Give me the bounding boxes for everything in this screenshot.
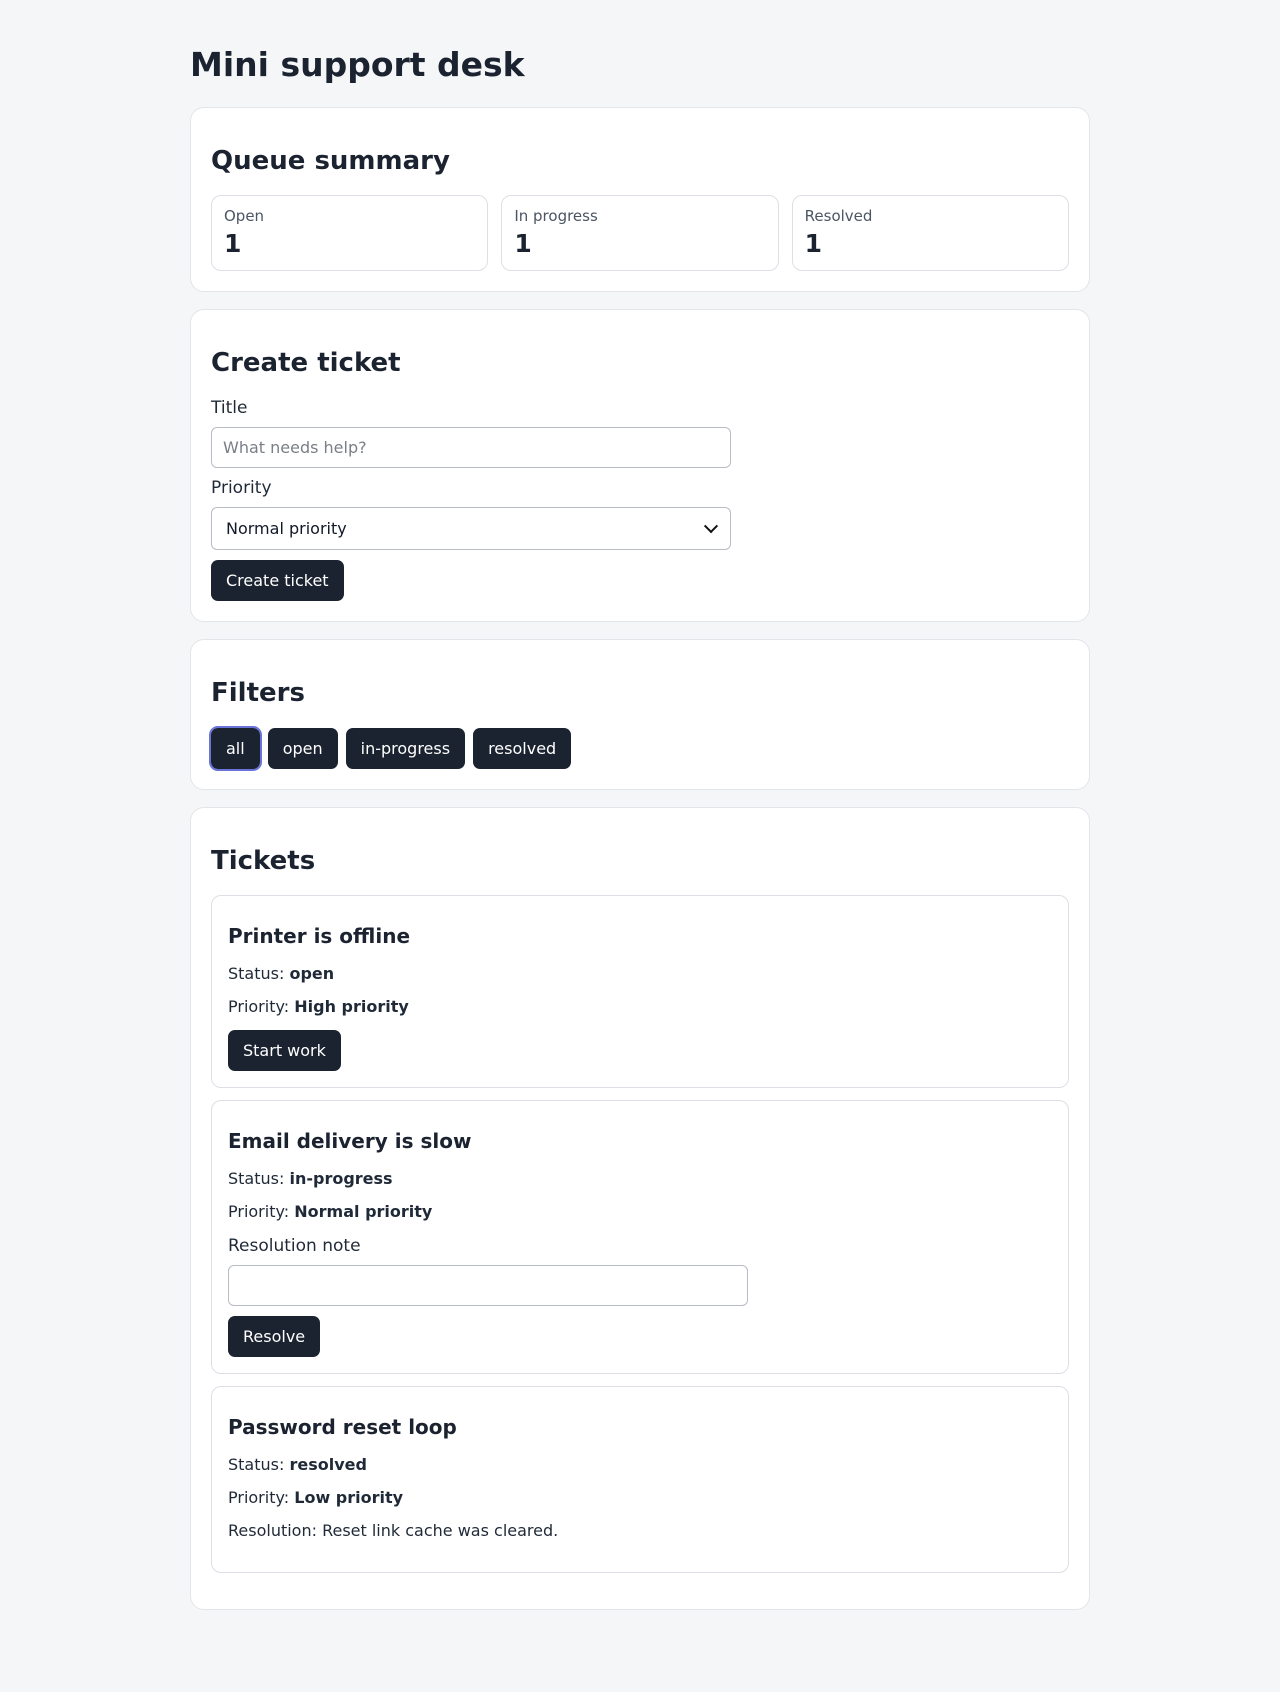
chevron-down-icon bbox=[703, 519, 719, 534]
ticket-card: Email delivery is slow Status: in-progre… bbox=[211, 1100, 1069, 1374]
resolution-text: Resolution: Reset link cache was cleared… bbox=[228, 1521, 559, 1541]
stat-value: 1 bbox=[224, 229, 242, 259]
filter-all-button[interactable]: all bbox=[209, 725, 262, 771]
resolution-note-input[interactable] bbox=[228, 1264, 748, 1306]
status-prefix: Status: bbox=[228, 1454, 285, 1474]
ticket-status: Status: in-progress bbox=[228, 1169, 1052, 1188]
create-ticket-heading: Create ticket bbox=[211, 348, 401, 379]
status-value: open bbox=[289, 963, 335, 983]
priority-select[interactable]: Normal priority bbox=[211, 507, 731, 551]
page-title: Mini support desk bbox=[190, 45, 525, 84]
filters-heading: Filters bbox=[211, 678, 305, 709]
tickets-heading: Tickets bbox=[211, 845, 316, 876]
ticket-priority: Priority: Low priority bbox=[228, 1488, 1052, 1507]
stat-label: Resolved bbox=[804, 207, 873, 226]
resolution-note-label: Resolution note bbox=[228, 1235, 361, 1256]
ticket-priority: Priority: High priority bbox=[228, 997, 1052, 1016]
stat-value: 1 bbox=[804, 229, 823, 259]
ticket-card: Password reset loop Status: resolved Pri… bbox=[211, 1385, 1069, 1574]
stat-in-progress: In progress 1 bbox=[501, 195, 779, 272]
status-value: resolved bbox=[289, 1454, 367, 1474]
queue-summary-heading: Queue summary bbox=[211, 146, 450, 177]
filter-open-button[interactable]: open bbox=[267, 727, 338, 769]
tickets-panel: Tickets Printer is offline Status: open … bbox=[190, 806, 1090, 1611]
filter-resolved-button[interactable]: resolved bbox=[473, 727, 572, 769]
status-prefix: Status: bbox=[228, 1169, 285, 1189]
priority-value: Normal priority bbox=[294, 1202, 433, 1222]
create-ticket-button[interactable]: Create ticket bbox=[211, 560, 344, 602]
filter-in-progress-button[interactable]: in-progress bbox=[345, 727, 466, 769]
title-input[interactable] bbox=[211, 427, 731, 469]
title-label: Title bbox=[211, 397, 248, 418]
queue-summary-panel: Queue summary Open 1 In progress 1 Resol… bbox=[190, 107, 1090, 293]
create-ticket-panel: Create ticket Title Priority Normal prio… bbox=[190, 309, 1090, 623]
start-work-button[interactable]: Start work bbox=[228, 1030, 341, 1072]
priority-label: Priority bbox=[211, 478, 272, 499]
priority-prefix: Priority: bbox=[228, 1202, 290, 1222]
priority-prefix: Priority: bbox=[228, 996, 290, 1016]
status-value: in-progress bbox=[289, 1169, 393, 1189]
stat-label: Open bbox=[224, 207, 265, 226]
priority-prefix: Priority: bbox=[228, 1488, 290, 1508]
status-prefix: Status: bbox=[228, 963, 285, 983]
page: Mini support desk Queue summary Open 1 I… bbox=[190, 0, 1090, 1675]
filters-panel: Filters all open in-progress resolved bbox=[190, 639, 1090, 790]
ticket-title: Email delivery is slow bbox=[228, 1129, 472, 1154]
priority-value: Low priority bbox=[294, 1488, 404, 1508]
priority-select-value: Normal priority bbox=[226, 519, 347, 539]
filter-buttons: all open in-progress resolved bbox=[209, 725, 1069, 771]
resolve-button[interactable]: Resolve bbox=[228, 1315, 321, 1357]
stat-resolved: Resolved 1 bbox=[791, 195, 1069, 272]
ticket-status: Status: resolved bbox=[228, 1455, 1052, 1474]
stat-open: Open 1 bbox=[211, 195, 489, 272]
ticket-card: Printer is offline Status: open Priority… bbox=[211, 894, 1069, 1089]
ticket-title: Password reset loop bbox=[228, 1414, 457, 1439]
stat-label: In progress bbox=[514, 207, 598, 226]
ticket-status: Status: open bbox=[228, 964, 1052, 983]
stats-row: Open 1 In progress 1 Resolved 1 bbox=[211, 195, 1069, 272]
ticket-title: Printer is offline bbox=[228, 923, 411, 948]
stat-value: 1 bbox=[514, 229, 532, 259]
priority-value: High priority bbox=[294, 996, 409, 1016]
ticket-priority: Priority: Normal priority bbox=[228, 1202, 1052, 1221]
